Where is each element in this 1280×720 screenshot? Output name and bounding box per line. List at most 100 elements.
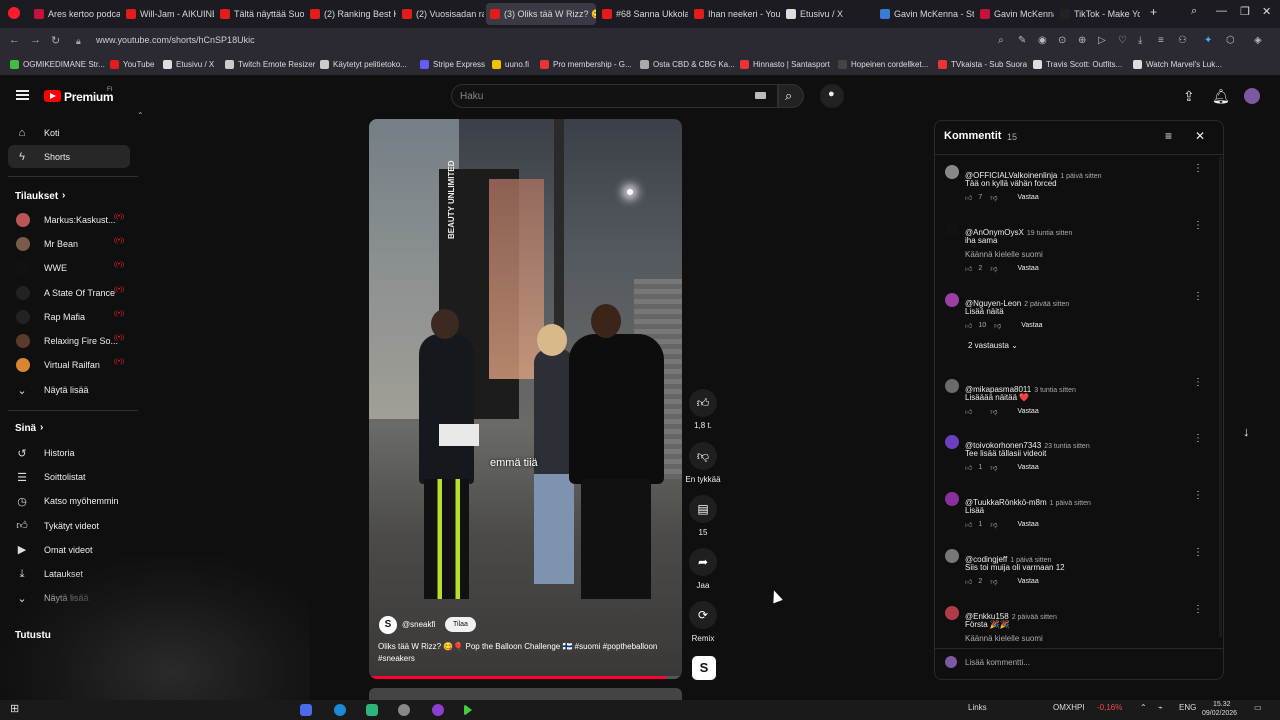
thumb-up-icon[interactable]: 👍︎ [965, 520, 972, 529]
thumb-down-icon[interactable]: 👎︎ [990, 193, 997, 202]
logo-text[interactable]: Premium [64, 90, 114, 104]
comment-time[interactable]: 2 päivää sitten [1024, 301, 1069, 308]
extension-icon[interactable]: ◈ [1254, 35, 1262, 46]
search-icon[interactable]: ⌕ [998, 35, 1004, 46]
browser-tab[interactable]: (3) Oliks tää W Rizz? 😋 [486, 3, 596, 25]
menu-icon[interactable] [16, 90, 29, 100]
comment-time[interactable]: 1 päivä sitten [1060, 173, 1101, 180]
bookmark-item[interactable]: Käytetyt pelitietoko... [320, 60, 407, 69]
forward-icon[interactable]: → [30, 34, 41, 46]
reply-button[interactable]: Vastaa [1017, 464, 1038, 471]
sidebar-item[interactable]: ▶ Omat videot [16, 544, 93, 556]
section-title-subscriptions[interactable]: Tilaukset [15, 191, 58, 202]
audio-channel-thumbnail[interactable]: S [692, 656, 716, 680]
url-field[interactable]: www.youtube.com/shorts/hCnSP18Ukic [96, 35, 255, 45]
bookmark-item[interactable]: Etusivu / X [163, 60, 214, 69]
subscribe-button[interactable]: Tilaa [445, 617, 476, 632]
reply-button[interactable]: Vastaa [1017, 194, 1038, 201]
sidebar-item[interactable]: Markus:Kaskust... [16, 213, 116, 227]
reply-button[interactable]: Vastaa [1017, 408, 1038, 415]
ticker-name[interactable]: OMXHPI [1053, 703, 1085, 712]
comment-time[interactable]: 2 päivää sitten [1012, 614, 1057, 621]
youtube-logo-icon[interactable] [44, 90, 61, 102]
heart-icon[interactable]: ♡ [1118, 35, 1127, 46]
channel-name[interactable]: @sneakfi [402, 620, 435, 629]
search-button[interactable]: ⌕ [778, 84, 804, 108]
sidebar-item[interactable]: Mr Bean [16, 237, 78, 252]
tray-chevron-icon[interactable]: ⌃ [1140, 703, 1147, 712]
new-tab-icon[interactable]: + [1150, 5, 1157, 19]
comment-time[interactable]: 1 päivä sitten [1050, 500, 1091, 507]
thumb-up-icon[interactable]: 👍︎ [965, 463, 972, 472]
browser-tab[interactable]: Tältä näyttää Suome [216, 3, 304, 25]
browser-tab[interactable]: (2) Ranking Best Ka [306, 3, 396, 25]
browser-tab[interactable]: Ares kertoo podcast [30, 3, 120, 25]
search-input[interactable]: Haku [451, 84, 778, 108]
clock-date[interactable]: 09/02/2026 [1202, 710, 1237, 717]
browser-tab[interactable]: Etusivu / X [782, 3, 872, 25]
bookmark-item[interactable]: YouTube [110, 60, 154, 69]
thumb-down-icon[interactable]: 👎︎ [990, 407, 997, 416]
start-icon[interactable]: ⊞ [10, 702, 19, 715]
reply-button[interactable]: Vastaa [1021, 322, 1042, 329]
add-comment-input[interactable]: Lisää kommentti... [965, 658, 1030, 667]
reload-icon[interactable]: ↻ [51, 34, 60, 47]
download-icon[interactable]: ⤓ [1138, 35, 1142, 46]
keyboard-icon[interactable] [755, 92, 766, 99]
edge-icon[interactable] [334, 704, 346, 716]
app-icon[interactable] [464, 704, 472, 716]
scroll-down-icon[interactable]: ↓ [1243, 424, 1250, 439]
remix-button[interactable]: ⟳ [689, 601, 717, 629]
reply-button[interactable]: Vastaa [1017, 265, 1038, 272]
bookmark-item[interactable]: TVkaista - Sub Suora [938, 60, 1027, 69]
scroll-up-icon[interactable]: ⌃ [137, 111, 144, 120]
avatar[interactable] [945, 435, 959, 449]
sidebar-item[interactable]: ⌂ Koti [16, 127, 60, 139]
more-options-icon[interactable]: ⋮ [1193, 547, 1203, 558]
bookmark-item[interactable]: Hinnasto | Santasport [740, 60, 830, 69]
like-button[interactable]: 👍︎ [689, 389, 717, 417]
bookmark-item[interactable]: uuno.fi [492, 60, 529, 69]
links-toolbar[interactable]: Links [968, 703, 987, 712]
sort-icon[interactable]: ≡ [1165, 129, 1172, 143]
app-icon[interactable] [398, 704, 410, 716]
avatar[interactable] [945, 165, 959, 179]
profile-icon[interactable]: ⚇ [1178, 35, 1187, 46]
comment-time[interactable]: 23 tuntia sitten [1044, 443, 1090, 450]
avatar[interactable] [945, 549, 959, 563]
more-options-icon[interactable]: ⋮ [1193, 291, 1203, 302]
sidebar-item[interactable]: Rap Mafia [16, 309, 85, 324]
thumb-down-icon[interactable]: 👎︎ [990, 264, 997, 273]
bookmark-item[interactable]: Twitch Emote Resizer [225, 60, 315, 69]
bookmark-item[interactable]: Pro membership - G... [540, 60, 632, 69]
clock-time[interactable]: 15.32 [1213, 701, 1231, 708]
browser-tab[interactable]: Gavin McKenna - St [876, 3, 974, 25]
next-video-preview[interactable] [369, 688, 682, 700]
browser-tab[interactable]: Will-Jam - AIKUINE [122, 3, 214, 25]
more-options-icon[interactable]: ⋮ [1193, 490, 1203, 501]
camera-icon[interactable]: ◉ [1038, 35, 1047, 46]
app-icon[interactable] [366, 704, 378, 716]
bookmark-item[interactable]: Watch Marvel's Luk... [1133, 60, 1222, 69]
browser-tab[interactable]: (2) Vuosisadan rakk [398, 3, 484, 25]
sidebar-item[interactable]: Virtual Railfan [16, 358, 100, 373]
avatar[interactable] [945, 606, 959, 620]
video-description[interactable]: Oliks tää W Rizz? 😋🎈 Pop the Balloon Cha… [378, 641, 673, 665]
maximize-icon[interactable]: ❐ [1240, 5, 1250, 18]
lock-icon[interactable]: 🔒︎ [76, 36, 81, 47]
video-progress-bar[interactable] [369, 676, 682, 679]
avatar[interactable] [945, 293, 959, 307]
sidebar-item[interactable]: ⌄ Näytä lisää [16, 384, 88, 397]
search-tabs-icon[interactable]: ⌕ [1191, 5, 1197, 18]
bookmark-item[interactable]: Hopeinen cordellket... [838, 60, 928, 69]
upload-icon[interactable]: ⇪ [1183, 88, 1195, 105]
comments-button[interactable]: ▤ [689, 495, 717, 523]
sidebar-item[interactable]: ☰ Soittolistat [16, 471, 85, 484]
close-window-icon[interactable]: ✕ [1262, 5, 1271, 18]
comment-time[interactable]: 19 tuntia sitten [1027, 230, 1073, 237]
sidebar-item[interactable]: WWE [16, 261, 67, 276]
thumb-up-icon[interactable]: 👍︎ [965, 577, 972, 586]
more-options-icon[interactable]: ⋮ [1193, 377, 1203, 388]
extension-icon[interactable]: ⊕ [1078, 35, 1086, 46]
network-icon[interactable]: ⌁ [1158, 703, 1163, 712]
